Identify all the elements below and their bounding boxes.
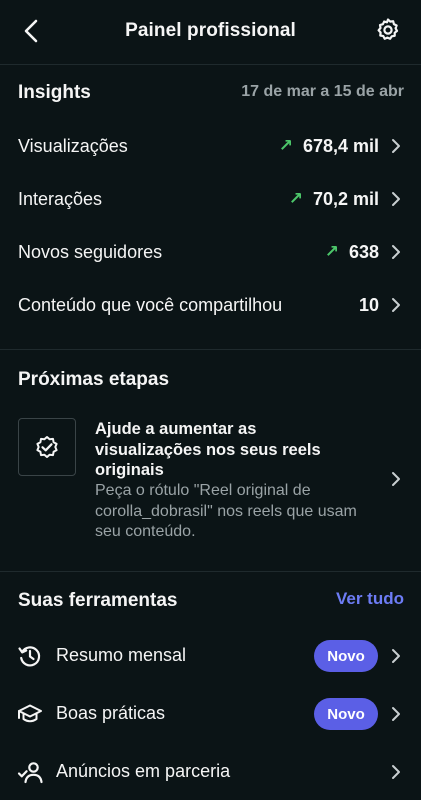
divider	[0, 349, 421, 350]
settings-button[interactable]	[373, 15, 403, 45]
tools-title: Suas ferramentas	[18, 590, 178, 611]
insight-row-views[interactable]: Visualizações ↗ 678,4 mil	[0, 126, 421, 166]
chevron-left-icon	[24, 19, 38, 43]
insight-row-interactions[interactable]: Interações ↗ 70,2 mil	[0, 179, 421, 219]
insights-title: Insights	[18, 82, 91, 103]
new-badge: Novo	[314, 640, 378, 672]
history-icon	[18, 646, 41, 667]
trend-up-icon: ↗	[288, 189, 303, 208]
tool-row-monthly-summary[interactable]: Resumo mensal Novo	[0, 634, 421, 678]
chevron-right-icon	[392, 765, 400, 779]
new-badge: Novo	[314, 698, 378, 730]
insight-label: Novos seguidores	[18, 241, 163, 262]
partnership-icon	[17, 762, 43, 784]
back-button[interactable]	[16, 16, 46, 46]
tool-row-best-practices[interactable]: Boas práticas Novo	[0, 692, 421, 736]
chevron-right-icon	[392, 649, 400, 663]
see-all-link[interactable]: Ver tudo	[336, 589, 404, 609]
badge-check-icon-box	[18, 418, 76, 476]
chevron-right-icon	[392, 298, 400, 312]
insight-value: 70,2 mil	[312, 188, 379, 209]
insight-label: Interações	[18, 188, 103, 209]
top-bar: Painel profissional	[0, 0, 421, 62]
divider	[0, 571, 421, 572]
insight-label: Conteúdo que você compartilhou	[18, 294, 283, 315]
trend-up-icon: ↗	[278, 136, 293, 155]
gear-icon	[377, 18, 399, 40]
insight-value: 638	[348, 241, 379, 262]
verified-badge-icon	[36, 436, 58, 458]
tool-row-partnership-ads[interactable]: Anúncios em parceria	[0, 750, 421, 794]
date-range[interactable]: 17 de mar a 15 de abr	[241, 83, 404, 101]
page-title: Painel profissional	[125, 20, 296, 41]
tool-label: Boas práticas	[56, 703, 166, 723]
divider	[0, 64, 421, 65]
insight-value: 10	[358, 294, 379, 315]
tool-label: Resumo mensal	[56, 645, 187, 665]
chevron-right-icon	[392, 139, 400, 153]
insight-label: Visualizações	[18, 135, 128, 156]
insight-value: 678,4 mil	[302, 135, 379, 156]
chevron-right-icon	[392, 245, 400, 259]
insight-row-content-shared[interactable]: Conteúdo que você compartilhou 10	[0, 285, 421, 325]
insight-row-new-followers[interactable]: Novos seguidores ↗ 638	[0, 232, 421, 272]
next-steps-title: Próximas etapas	[18, 369, 170, 390]
next-step-description: Peça o rótulo "Reel original de corolla_…	[95, 482, 357, 540]
tool-label: Anúncios em parceria	[56, 761, 231, 781]
chevron-right-icon	[392, 472, 400, 486]
next-step-title: Ajude a aumentar as visualizações nos se…	[95, 420, 321, 479]
chevron-right-icon	[392, 192, 400, 206]
graduation-cap-icon	[18, 704, 42, 723]
chevron-right-icon	[392, 707, 400, 721]
trend-up-icon: ↗	[324, 242, 339, 261]
